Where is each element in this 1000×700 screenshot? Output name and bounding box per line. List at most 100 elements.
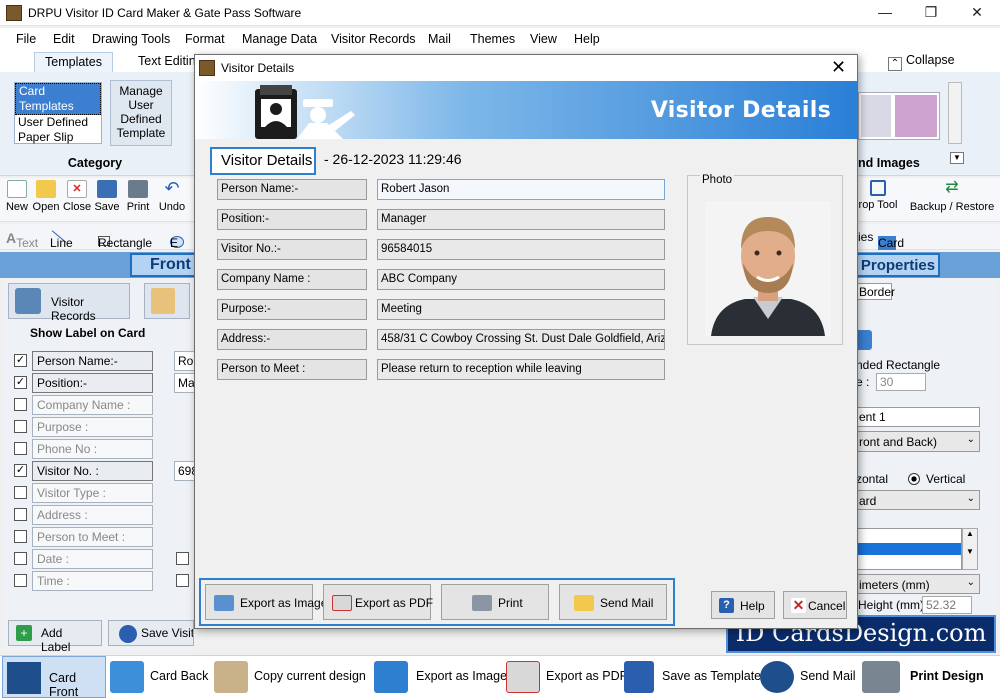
close-button[interactable]: ✕ Close — [62, 180, 92, 213]
label-text-field[interactable]: Person to Meet : — [32, 527, 153, 547]
label-text-field[interactable]: Position:- — [32, 373, 153, 393]
rounded-rectangle-option[interactable]: nded Rectangle — [856, 358, 940, 372]
export-image-button[interactable]: Export as Image — [205, 584, 327, 620]
menu-manage-data[interactable]: Manage Data — [242, 32, 317, 46]
field-value[interactable]: 96584015 — [377, 239, 665, 260]
category-item[interactable]: Paper Slip — [15, 130, 101, 145]
menu-format[interactable]: Format — [185, 32, 225, 46]
label-value-field[interactable]: Rol — [174, 351, 196, 371]
save-button[interactable]: Save — [93, 180, 121, 213]
list-scrollbar[interactable]: ▲ ▼ — [962, 528, 978, 570]
backup-restore-button[interactable]: ⇄ Backup / Restore — [908, 180, 996, 214]
gallery-scrollbar[interactable] — [948, 82, 962, 144]
checkbox[interactable] — [14, 574, 27, 587]
tab-text-editing[interactable]: Text Editing — [128, 52, 198, 72]
help-button[interactable]: ? Help — [711, 591, 775, 619]
label-text-field[interactable]: Visitor No. : — [32, 461, 153, 481]
label-text-field[interactable]: Purpose : — [32, 417, 153, 437]
tab-border[interactable]: Border — [856, 283, 895, 300]
send-mail-taskbar-button[interactable]: Send Mail — [760, 655, 860, 699]
item-list[interactable] — [856, 528, 962, 570]
label-text-field[interactable]: Company Name : — [32, 395, 153, 415]
menu-edit[interactable]: Edit — [53, 32, 75, 46]
checkbox-checked[interactable]: ✓ — [14, 376, 27, 389]
label-value-field[interactable]: 698 — [174, 461, 196, 481]
label-value-field[interactable]: Ma — [174, 373, 196, 393]
label-text-field[interactable]: Date : — [32, 549, 153, 569]
manage-template-button[interactable]: Manage User Defined Template — [110, 80, 172, 146]
label-text-field[interactable]: Person Name:- — [32, 351, 153, 371]
size-spinner[interactable]: 30 — [876, 373, 926, 391]
menu-mail[interactable]: Mail — [428, 32, 451, 46]
field-value[interactable]: Please return to reception while leaving — [377, 359, 665, 380]
checkbox[interactable] — [176, 552, 189, 565]
save-as-template-button[interactable]: Save as Template — [624, 655, 761, 699]
text-tool[interactable]: A Text — [6, 230, 38, 250]
checkbox[interactable] — [14, 486, 27, 499]
new-button[interactable]: New — [4, 180, 30, 213]
card-back-button[interactable]: Card Back — [110, 655, 210, 699]
print-button[interactable]: Print — [124, 180, 152, 213]
checkbox-checked[interactable]: ✓ — [14, 354, 27, 367]
list-item-selected[interactable] — [857, 543, 961, 555]
side-select[interactable]: ront and Back) ⌄ — [856, 431, 980, 452]
minimize-icon[interactable]: — — [862, 0, 908, 26]
vertical-option[interactable]: Vertical — [908, 472, 965, 486]
unit-select[interactable]: imeters (mm) ⌄ — [856, 574, 980, 594]
menu-themes[interactable]: Themes — [470, 32, 515, 46]
export-image-taskbar-button[interactable]: Export as Image — [374, 655, 507, 699]
template-thumb[interactable] — [895, 95, 937, 137]
checkbox[interactable] — [14, 552, 27, 565]
drawing-tool-partial[interactable]: ies — [858, 230, 873, 244]
checkbox[interactable] — [14, 398, 27, 411]
checkbox[interactable] — [14, 530, 27, 543]
field-value[interactable]: Meeting — [377, 299, 665, 320]
export-pdf-taskbar-button[interactable]: Export as PDF — [506, 655, 627, 699]
field-value[interactable]: 458/31 C Cowboy Crossing St. Dust Dale G… — [377, 329, 665, 350]
field-value[interactable]: Manager — [377, 209, 665, 230]
category-item[interactable]: User Defined — [15, 115, 101, 130]
copy-current-design-button[interactable]: Copy current design — [214, 655, 370, 699]
checkbox[interactable] — [14, 442, 27, 455]
label-text-field[interactable]: Time : — [32, 571, 153, 591]
crop-tool-button[interactable]: rop Tool — [854, 180, 902, 211]
height-input[interactable]: 52.32 — [922, 596, 972, 614]
menu-visitor-records[interactable]: Visitor Records — [331, 32, 416, 46]
field-value[interactable]: ABC Company — [377, 269, 665, 290]
template-thumb[interactable] — [861, 95, 891, 137]
tab-templates[interactable]: Templates — [34, 52, 113, 72]
print-button-dialog[interactable]: Print — [441, 584, 549, 620]
category-list[interactable]: Card Templates User Defined Paper Slip — [14, 82, 102, 144]
category-item[interactable]: Card Templates — [15, 83, 101, 115]
text-input[interactable]: ent 1 — [856, 407, 980, 427]
menu-help[interactable]: Help — [574, 32, 600, 46]
restore-icon[interactable]: ❐ — [908, 0, 954, 26]
collapse-button[interactable]: ⌃ Collapse — [888, 53, 955, 71]
label-text-field[interactable]: Phone No : — [32, 439, 153, 459]
send-mail-button[interactable]: Send Mail — [559, 584, 667, 620]
checkbox[interactable] — [14, 420, 27, 433]
template-gallery[interactable] — [858, 92, 940, 140]
shape-preview[interactable] — [856, 330, 872, 350]
horizontal-option[interactable]: zontal — [856, 472, 888, 486]
ribbon-expand-icon[interactable]: ▼ — [950, 152, 964, 164]
label-text-field[interactable]: Visitor Type : — [32, 483, 153, 503]
checkbox[interactable] — [14, 508, 27, 521]
dialog-close-icon[interactable]: ✕ — [831, 57, 846, 78]
card-front-button[interactable]: Card Front — [2, 656, 106, 699]
undo-button[interactable]: ↶ Undo — [156, 179, 188, 213]
menu-view[interactable]: View — [530, 32, 557, 46]
open-button[interactable]: Open — [31, 180, 61, 213]
save-visitor-details-button[interactable]: Save Visitor Details — [108, 620, 194, 646]
menu-drawing-tools[interactable]: Drawing Tools — [92, 32, 170, 46]
print-preview-button[interactable] — [144, 283, 190, 319]
orientation-select[interactable]: ard ⌄ — [856, 490, 980, 510]
export-pdf-button[interactable]: Export as PDF — [323, 584, 433, 620]
print-design-button[interactable]: Print Design — [862, 655, 998, 699]
add-label-button[interactable]: + Add Label — [8, 620, 102, 654]
menu-file[interactable]: File — [16, 32, 36, 46]
close-icon[interactable]: ✕ — [954, 0, 1000, 26]
field-value[interactable]: Robert Jason — [377, 179, 665, 200]
label-text-field[interactable]: Address : — [32, 505, 153, 525]
checkbox[interactable] — [176, 574, 189, 587]
